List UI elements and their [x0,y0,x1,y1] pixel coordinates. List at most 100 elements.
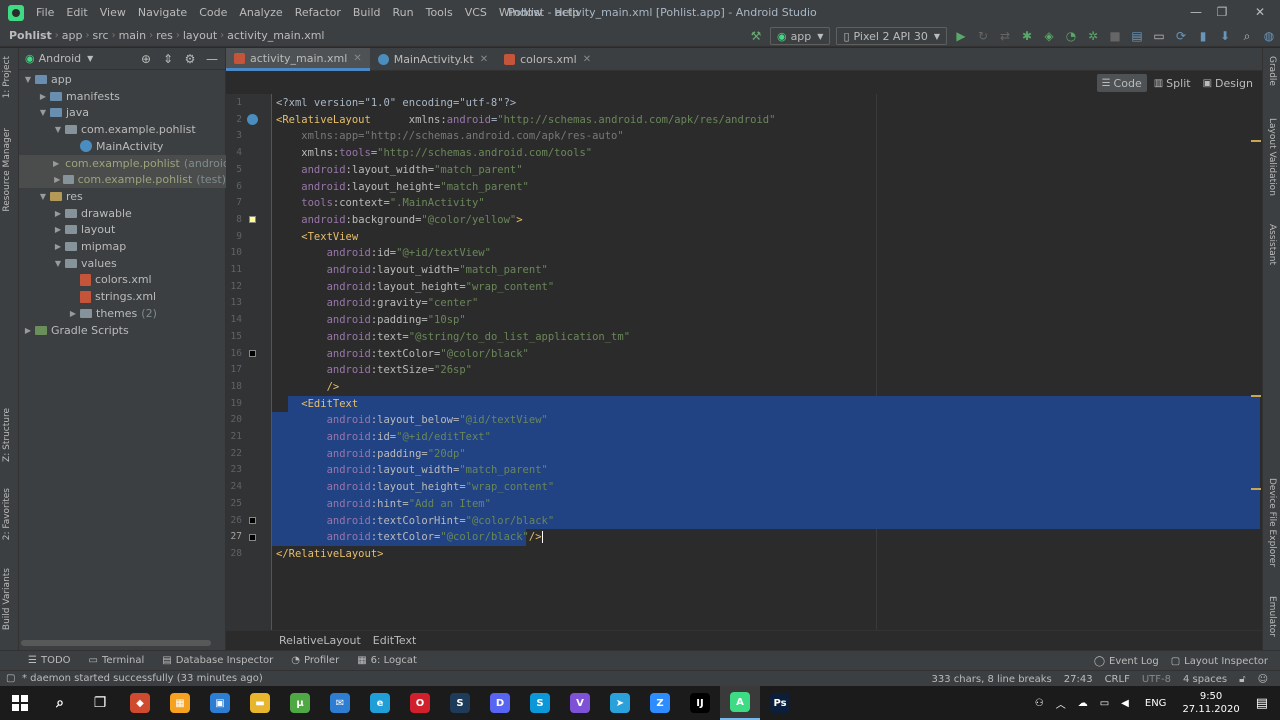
taskbar-viber-icon[interactable]: V [560,686,600,720]
breadcrumb-item[interactable]: res [153,29,176,42]
breadcrumb-item[interactable]: Pohlist [6,29,55,42]
chevron-right-icon[interactable]: ▶ [53,175,61,184]
menu-analyze[interactable]: Analyze [233,0,288,25]
editor-crumb-edittext[interactable]: EditText [373,634,417,647]
code-line[interactable]: android:text="@string/to_do_list_applica… [276,329,630,346]
code-line[interactable]: xmlns:tools="http://schemas.android.com/… [276,145,592,162]
taskbar-skype-icon[interactable]: S [520,686,560,720]
editor-crumb-relativelayout[interactable]: RelativeLayout [279,634,361,647]
code-line[interactable]: android:textSize="26sp" [276,362,472,379]
tool-window-button[interactable]: ▦ 6: Logcat [357,655,417,666]
locate-icon[interactable]: ⊕ [135,48,157,70]
code-line[interactable]: <RelativeLayout xmlns:android="http://sc… [276,112,775,129]
tool-window-button[interactable]: ▢ Layout Inspector [1171,656,1268,667]
taskbar-edge-icon[interactable]: e [360,686,400,720]
attach-debugger-icon[interactable]: ✲ [1082,25,1104,47]
tree-item[interactable]: ▶ mipmap [19,238,226,255]
scroll-marker[interactable] [1251,395,1261,397]
taskbar-discord-icon[interactable]: D [480,686,520,720]
project-structure-icon[interactable]: ▤ [1126,25,1148,47]
account-icon[interactable]: ◍ [1258,25,1280,47]
menu-tools[interactable]: Tools [420,0,459,25]
tree-item[interactable]: strings.xml [19,288,226,305]
hammer-icon[interactable]: ⚒ [745,25,767,47]
tree-item[interactable]: ▼ res [19,188,226,205]
activity-marker-icon[interactable] [247,114,258,125]
menu-vcs[interactable]: VCS [459,0,493,25]
code-line[interactable]: <?xml version="1.0" encoding="utf-8"?> [276,95,516,112]
tree-item[interactable]: ▶ Gradle Scripts [19,322,226,339]
chevron-down-icon[interactable]: ▼ [38,108,48,117]
gear-icon[interactable]: ⚙ [179,48,201,70]
taskbar-android-studio-icon[interactable]: A [720,686,760,720]
menu-file[interactable]: File [30,0,60,25]
code-line[interactable]: android:textColorHint="@color/black" [276,513,555,530]
taskbar-store-icon[interactable]: ▣ [200,686,240,720]
tree-item[interactable]: ▶ layout [19,221,226,238]
sync-icon[interactable]: ⟳ [1170,25,1192,47]
code-line[interactable]: android:layout_width="match_parent" [276,262,548,279]
menu-refactor[interactable]: Refactor [289,0,347,25]
tree-item[interactable]: ▶ themes (2) [19,305,226,322]
taskbar-torrent-icon[interactable]: µ [280,686,320,720]
tool-window-button[interactable]: ▭ Terminal [89,655,145,666]
close-tab-icon[interactable]: ✕ [480,54,488,65]
code-line[interactable]: android:gravity="center" [276,295,479,312]
tool-tab-project[interactable]: 1: Project [2,56,12,98]
breadcrumb-item[interactable]: main [116,29,149,42]
code-line[interactable]: android:textColor="@color/black" [276,346,529,363]
code-line[interactable]: android:padding="10sp" [276,312,466,329]
tool-tab-layout-validation[interactable]: Layout Validation [1267,118,1277,196]
taskbar-zoom-icon[interactable]: Z [640,686,680,720]
rerun-icon[interactable]: ↻ [972,25,994,47]
coverage-icon[interactable]: ◈ [1038,25,1060,47]
project-scrollbar[interactable] [21,640,211,646]
close-icon[interactable]: ✕ [1244,0,1276,25]
code-line[interactable]: android:id="@+id/textView" [276,245,491,262]
color-yellow-swatch-icon[interactable] [249,216,256,223]
stop-icon[interactable]: ■ [1104,25,1126,47]
taskbar-steam-icon[interactable]: S [440,686,480,720]
code-line[interactable]: </RelativeLayout> [276,546,383,563]
code-line[interactable]: android:layout_height="wrap_content" [276,279,555,296]
maximize-icon[interactable]: ❐ [1206,0,1238,25]
menu-run[interactable]: Run [387,0,420,25]
tool-tab-device-file-explorer[interactable]: Device File Explorer [1267,478,1277,567]
tool-tab-resource-manager[interactable]: Resource Manager [2,128,12,212]
status-indent[interactable]: 4 spaces [1183,674,1227,685]
tray-chevron-up-icon[interactable]: ︿ [1056,696,1066,711]
menu-view[interactable]: View [94,0,132,25]
taskbar-telegram-icon[interactable]: ➤ [600,686,640,720]
profile-icon[interactable]: ◔ [1060,25,1082,47]
search-icon[interactable]: ⌕ [1236,25,1258,47]
tree-item[interactable]: ▼ app [19,71,226,88]
chevron-right-icon[interactable]: ▶ [53,209,63,218]
tool-window-button[interactable]: ☰ TODO [28,655,71,666]
people-icon[interactable]: ⚇ [1035,698,1044,709]
mode-code-button[interactable]: ☰ Code [1096,74,1147,92]
code-line[interactable]: android:background="@color/yellow"> [276,212,522,229]
chevron-down-icon[interactable]: ▼ [87,54,93,63]
code-line[interactable]: android:textColor="@color/black"/>​ [276,529,543,546]
chevron-down-icon[interactable]: ▼ [23,75,33,84]
breadcrumb-item[interactable]: layout [180,29,220,42]
clock[interactable]: 9:50 27.11.2020 [1182,690,1239,716]
editor-tab[interactable]: activity_main.xml ✕ [226,48,370,71]
code-line[interactable]: tools:context=".MainActivity" [276,195,484,212]
breadcrumb-item[interactable]: app [59,29,86,42]
windows-start-icon[interactable] [0,686,40,720]
tree-item[interactable]: MainActivity [19,138,226,155]
tool-tab-emulator[interactable]: Emulator [1267,596,1277,637]
status-message[interactable]: * daemon started successfully (33 minute… [22,673,263,684]
inspections-icon[interactable]: ☺︎ [1258,674,1268,685]
code-line[interactable]: android:padding="20dp" [276,446,466,463]
run-config-select[interactable]: ◉ app ▼ [769,27,831,45]
menu-build[interactable]: Build [347,0,387,25]
language-indicator[interactable]: ENG [1145,698,1167,709]
hide-icon[interactable]: — [201,48,223,70]
code-line[interactable]: android:layout_width="match_parent" [276,162,522,179]
tool-tab-gradle[interactable]: Gradle [1267,56,1277,86]
tool-tab-build-variants[interactable]: Build Variants [2,568,12,630]
color-black-swatch-icon[interactable] [249,350,256,357]
code-line[interactable]: android:layout_height="wrap_content" [276,479,555,496]
